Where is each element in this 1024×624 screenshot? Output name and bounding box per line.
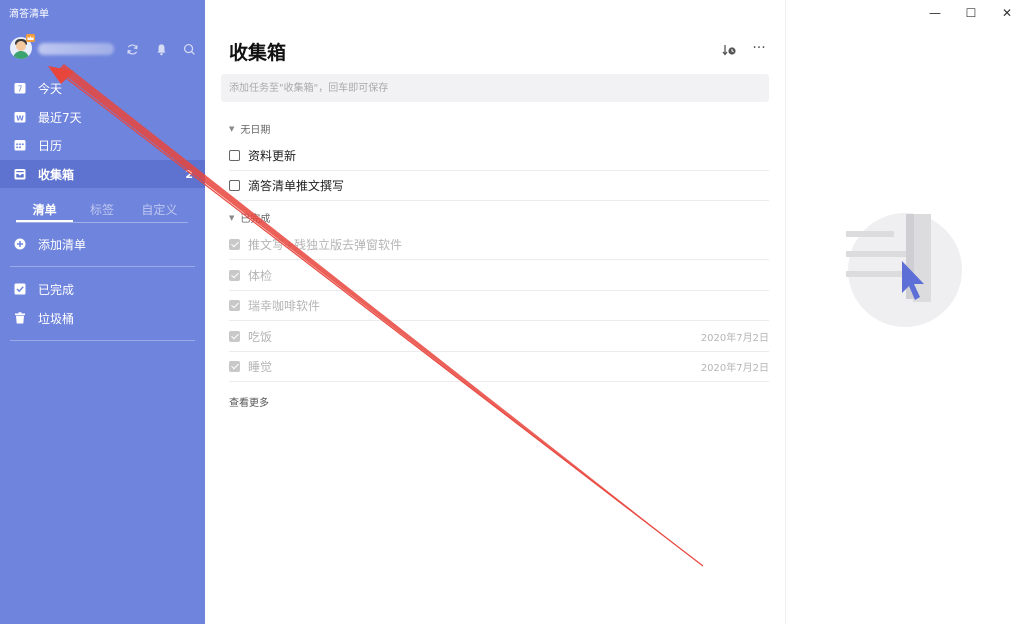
close-icon[interactable]: ✕ [999, 5, 1015, 21]
task-checkbox[interactable] [229, 180, 240, 191]
nav-label: 日历 [38, 138, 63, 153]
list-tab-bar: 清单 标签 自定义 [16, 201, 188, 223]
task-title[interactable]: 体检 [248, 267, 272, 284]
section-header-completed[interactable]: ▼ 已完成 [229, 210, 271, 226]
task-checkbox[interactable] [229, 150, 240, 161]
minimize-icon[interactable]: — [927, 5, 943, 21]
sidebar: 滴答清单 7 今天 W 最近7天 日历 收集箱 2 清单 标签 自定义 添加清单… [0, 0, 205, 624]
nav-inbox[interactable]: 收集箱 2 [0, 160, 205, 188]
add-list-label: 添加清单 [38, 237, 87, 252]
add-task-input[interactable] [221, 74, 769, 102]
task-row[interactable]: 瑞幸咖啡软件 [229, 291, 769, 321]
svg-text:7: 7 [18, 85, 23, 94]
nav-label: 今天 [38, 81, 63, 96]
task-date: 2020年7月2日 [700, 333, 769, 344]
plus-circle-icon [14, 238, 26, 250]
crown-icon [26, 34, 35, 42]
nav-calendar[interactable]: 日历 [0, 131, 205, 159]
task-title[interactable]: 资料更新 [248, 147, 296, 164]
app-title: 滴答清单 [9, 9, 49, 20]
sync-icon[interactable] [125, 42, 139, 56]
inbox-icon [14, 168, 26, 180]
collapse-triangle-icon: ▼ [229, 124, 235, 133]
empty-state-illustration [846, 213, 962, 327]
page-title: 收集箱 [229, 42, 287, 64]
task-row[interactable]: 睡觉 2020年7月2日 [229, 352, 769, 382]
task-title[interactable]: 吃饭 [248, 328, 272, 345]
nav-label: 垃圾桶 [38, 311, 75, 326]
nav-completed[interactable]: 已完成 [0, 275, 205, 303]
task-title[interactable]: 滴答清单推文撰写 [248, 177, 344, 194]
tab-custom[interactable]: 自定义 [131, 201, 188, 222]
username-blurred[interactable] [38, 43, 114, 55]
task-checkbox[interactable] [229, 270, 240, 281]
tab-tags[interactable]: 标签 [73, 201, 130, 222]
task-date: 2020年7月2日 [700, 363, 769, 374]
section-header-nodate[interactable]: ▼ 无日期 [229, 121, 271, 137]
checkbox-checked-icon [14, 283, 26, 295]
task-row[interactable]: 吃饭 2020年7月2日 [229, 322, 769, 352]
nav-label: 已完成 [38, 282, 75, 297]
section-title: 无日期 [240, 125, 271, 136]
task-checkbox[interactable] [229, 300, 240, 311]
task-title[interactable]: 瑞幸咖啡软件 [248, 297, 320, 314]
trash-icon [14, 312, 26, 324]
nav-label: 最近7天 [38, 110, 82, 125]
section-title: 已完成 [240, 214, 271, 225]
collapse-triangle-icon: ▼ [229, 213, 235, 222]
task-list-pane: 收集箱 ··· ▼ 无日期 资料更新 滴答清单推文撰写 ▼ 已完成 推文写+残独… [205, 0, 785, 624]
task-title[interactable]: 推文写+残独立版去弹窗软件 [248, 236, 402, 253]
nav-label: 收集箱 [38, 167, 75, 182]
task-title[interactable]: 睡觉 [248, 358, 272, 375]
inbox-count: 2 [185, 167, 193, 181]
sidebar-divider [10, 340, 195, 341]
sidebar-divider [10, 266, 195, 267]
week-w-icon: W [14, 111, 26, 123]
tab-lists[interactable]: 清单 [16, 201, 74, 222]
maximize-icon[interactable]: ☐ [963, 5, 979, 21]
add-list-button[interactable]: 添加清单 [0, 230, 205, 258]
task-checkbox[interactable] [229, 361, 240, 372]
search-icon[interactable] [182, 42, 196, 56]
task-row[interactable]: 推文写+残独立版去弹窗软件 [229, 230, 769, 260]
task-row[interactable]: 滴答清单推文撰写 [229, 171, 769, 201]
calendar-grid-icon [14, 139, 26, 151]
detail-pane: — ☐ ✕ [785, 0, 1024, 624]
bell-icon[interactable] [154, 42, 168, 56]
nav-trash[interactable]: 垃圾桶 [0, 304, 205, 332]
view-more-link[interactable]: 查看更多 [229, 394, 269, 409]
calendar-7-icon: 7 [14, 82, 26, 94]
task-checkbox[interactable] [229, 239, 240, 250]
task-row[interactable]: 资料更新 [229, 141, 769, 171]
sort-icon[interactable] [721, 42, 737, 58]
nav-next7days[interactable]: W 最近7天 [0, 103, 205, 131]
task-checkbox[interactable] [229, 331, 240, 342]
more-options-icon[interactable]: ··· [751, 41, 767, 58]
svg-text:W: W [16, 114, 24, 122]
nav-today[interactable]: 7 今天 [0, 74, 205, 102]
task-row[interactable]: 体检 [229, 261, 769, 291]
